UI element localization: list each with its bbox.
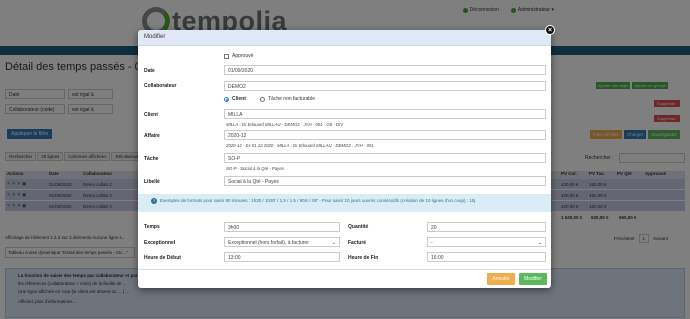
radio-selected-icon bbox=[224, 96, 229, 102]
date-label: Date bbox=[144, 68, 155, 74]
affaire-field[interactable]: 2020-12 bbox=[224, 130, 546, 140]
temps-label: Temps bbox=[144, 224, 160, 230]
affaire-label: Affaire bbox=[144, 133, 160, 139]
radio-non-billable-label: Tâche non facturable bbox=[268, 96, 315, 102]
tache-hint: SO-P - Social à la Qté - Payes bbox=[226, 166, 284, 171]
date-field[interactable]: 01/09/2020 bbox=[224, 65, 546, 75]
libelle-label: Libellé bbox=[144, 179, 160, 185]
client-field[interactable]: MILLA bbox=[224, 109, 546, 119]
format-info-text: Exemples de formats pour saisir 90 minut… bbox=[160, 198, 476, 203]
affaire-hint: 2020-12 - Ex 01.12.2020 - MILLA : Dr Edo… bbox=[226, 143, 374, 148]
temps-field[interactable]: 3h00 bbox=[224, 222, 340, 232]
tache-field[interactable]: SO-P bbox=[224, 153, 546, 163]
facture-value: - bbox=[431, 240, 433, 246]
heure-debut-label: Heure de Début bbox=[144, 255, 181, 261]
radio-client-label: Client bbox=[232, 96, 246, 102]
save-button[interactable]: Modifier bbox=[519, 273, 547, 285]
info-icon: ? bbox=[151, 198, 157, 204]
exceptionnel-select[interactable]: Exceptionnel (hors forfait), à facturer … bbox=[224, 237, 340, 247]
facture-select[interactable]: - ⌄ bbox=[427, 237, 546, 247]
collab-label: Collaborateur bbox=[144, 83, 177, 89]
client-label: Client bbox=[144, 112, 158, 118]
cancel-button[interactable]: Annuler bbox=[487, 273, 515, 285]
modal-title: Modifier bbox=[144, 34, 166, 40]
format-info-bar: ? Exemples de formats pour saisir 90 min… bbox=[138, 194, 551, 212]
radio-non-billable[interactable]: Tâche non facturable bbox=[260, 96, 315, 102]
exceptionnel-label: Exceptionnel bbox=[144, 240, 176, 246]
exceptionnel-value: Exceptionnel (hors forfait), à facturer bbox=[228, 240, 309, 246]
approved-checkbox[interactable]: Approuvé bbox=[224, 53, 253, 59]
collab-field[interactable]: DEMO2 bbox=[224, 81, 546, 91]
facture-label: Facturé bbox=[348, 240, 367, 246]
heure-fin-field[interactable]: 16:00 bbox=[427, 252, 546, 262]
chevron-down-icon: ⌄ bbox=[537, 240, 542, 246]
chevron-down-icon: ⌄ bbox=[331, 240, 336, 246]
approved-label: Approuvé bbox=[232, 53, 254, 59]
client-hint: MILLA : Dr Edouard MILLAU - DEMO2 - JYH … bbox=[226, 122, 344, 127]
quantite-field[interactable]: 20 bbox=[427, 222, 546, 232]
radio-client[interactable]: Client bbox=[224, 96, 246, 102]
tache-label: Tâche bbox=[144, 156, 159, 162]
modal-header: Modifier bbox=[138, 30, 551, 46]
quantite-label: Quantité bbox=[348, 224, 369, 230]
radio-icon bbox=[260, 96, 265, 102]
edit-modal: Modifier Approuvé Date 01/09/2020 Collab… bbox=[138, 30, 551, 288]
heure-debut-field[interactable]: 13:00 bbox=[224, 252, 340, 262]
checkbox-icon bbox=[224, 53, 229, 59]
close-icon[interactable]: × bbox=[545, 25, 555, 35]
libelle-field[interactable]: Social à la Qté - Payes bbox=[224, 176, 546, 186]
heure-fin-label: Heure de Fin bbox=[348, 255, 379, 261]
